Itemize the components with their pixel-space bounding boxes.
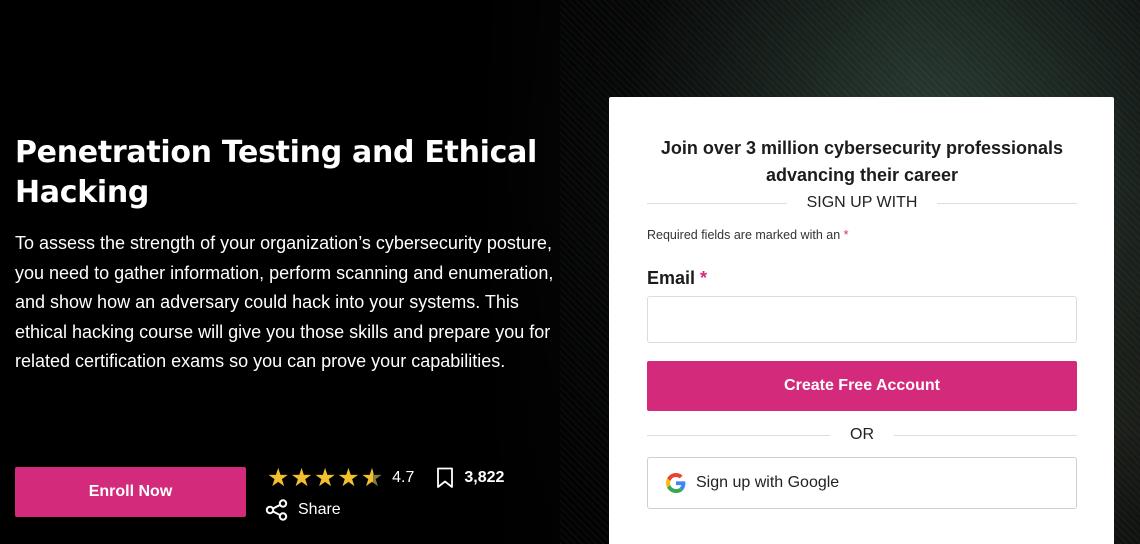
email-input[interactable]	[647, 296, 1077, 343]
required-fields-note: Required fields are marked with an *	[647, 228, 1077, 242]
divider-line	[894, 434, 1077, 436]
course-actions: Enroll Now ★ ★ ★ ★ ★ 4.7 3,822 Share	[15, 465, 575, 527]
star-icon: ★	[290, 464, 313, 492]
enroll-now-button[interactable]: Enroll Now	[15, 467, 246, 517]
rating-value: 4.7	[392, 469, 415, 486]
star-half-icon: ★	[360, 464, 384, 492]
or-divider: OR	[647, 426, 1077, 444]
star-rating: ★ ★ ★ ★ ★	[267, 465, 384, 491]
rating-row: ★ ★ ★ ★ ★ 4.7 3,822	[267, 465, 504, 491]
star-icon: ★	[337, 464, 360, 492]
sign-up-with-label: SIGN UP WITH	[806, 194, 918, 211]
signup-heading: Join over 3 million cybersecurity profes…	[660, 138, 1064, 185]
email-label: Email *	[647, 268, 1077, 289]
bookmark-icon	[437, 467, 454, 488]
divider-line	[937, 202, 1078, 204]
required-note-text: Required fields are marked with an	[647, 228, 841, 242]
sign-up-with-divider: SIGN UP WITH	[647, 194, 1078, 212]
share-label: Share	[298, 501, 341, 518]
email-label-text: Email	[647, 268, 696, 288]
signup-card: Join over 3 million cybersecurity profes…	[609, 97, 1114, 544]
google-icon	[666, 473, 686, 493]
create-free-account-button[interactable]: Create Free Account	[647, 361, 1077, 411]
course-hero-content: Penetration Testing and Ethical Hacking …	[15, 133, 575, 377]
course-title: Penetration Testing and Ethical Hacking	[15, 135, 538, 210]
bookmark-button[interactable]: 3,822	[436, 467, 504, 489]
divider-line	[647, 202, 787, 204]
signup-form: Join over 3 million cybersecurity profes…	[647, 97, 1078, 509]
share-icon	[265, 499, 288, 521]
google-signup-button[interactable]: Sign up with Google	[647, 457, 1077, 509]
star-icon: ★	[313, 464, 337, 492]
google-signup-label: Sign up with Google	[696, 474, 840, 491]
required-asterisk: *	[843, 228, 849, 242]
share-button[interactable]: Share	[265, 499, 341, 521]
star-icon: ★	[267, 464, 290, 492]
or-label: OR	[850, 426, 874, 443]
bookmark-count: 3,822	[464, 469, 505, 486]
divider-line	[647, 434, 830, 436]
required-asterisk: *	[700, 268, 708, 288]
course-description: To assess the strength of your organizat…	[15, 233, 554, 371]
